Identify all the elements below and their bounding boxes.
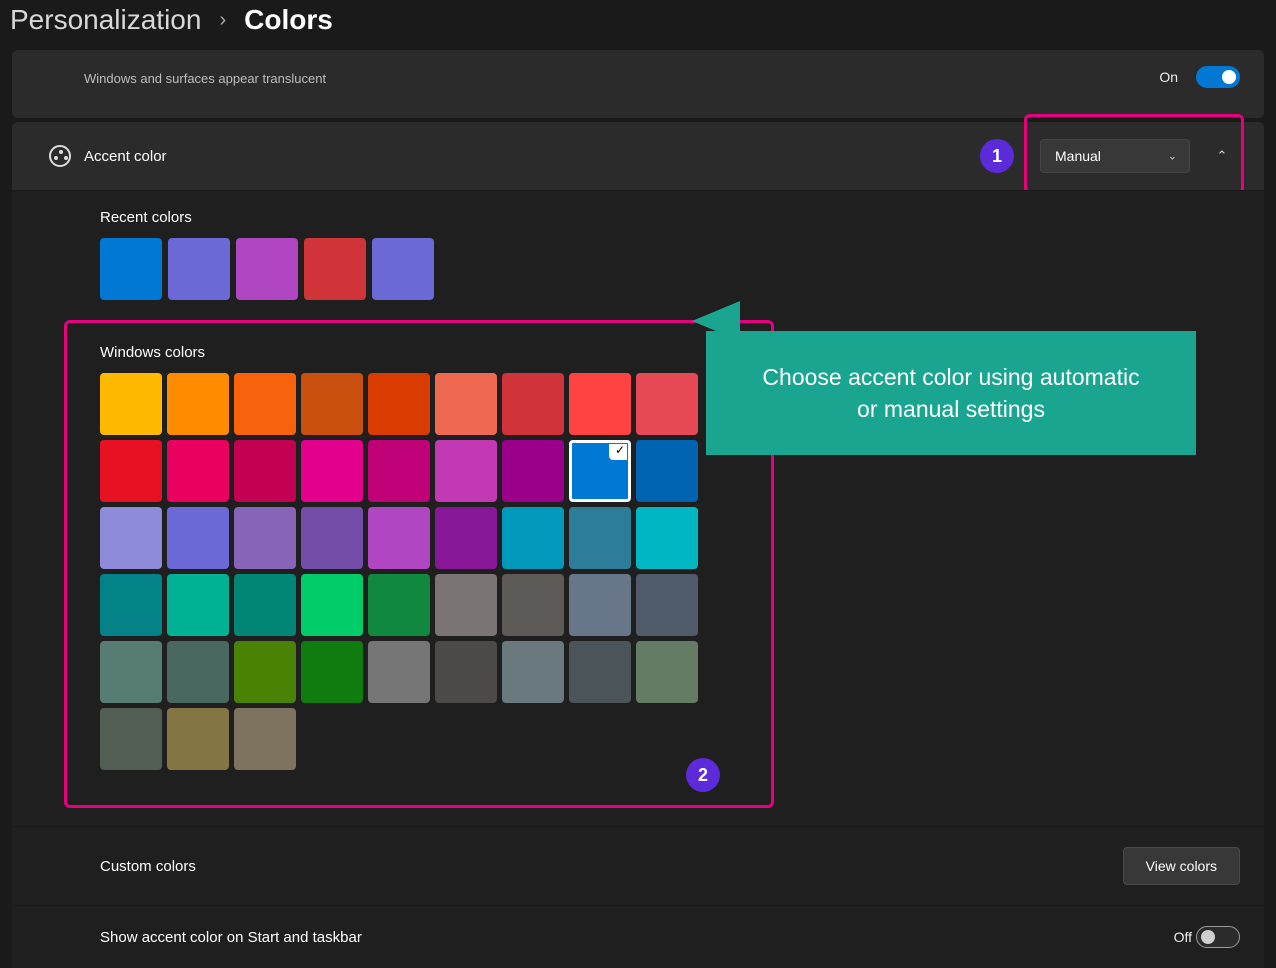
- breadcrumb: Personalization › Colors: [0, 0, 1276, 50]
- windows-color-swatch[interactable]: [167, 507, 229, 569]
- windows-color-swatch[interactable]: [301, 507, 363, 569]
- transparency-subtitle: Windows and surfaces appear translucent: [84, 71, 1159, 86]
- windows-color-swatch[interactable]: [368, 574, 430, 636]
- recent-color-swatch[interactable]: [100, 238, 162, 300]
- windows-color-swatch[interactable]: [502, 440, 564, 502]
- show-on-start-label: Show accent color on Start and taskbar: [100, 929, 1174, 946]
- recent-colors-row: [100, 238, 1240, 300]
- windows-color-swatch[interactable]: [234, 641, 296, 703]
- windows-color-swatch[interactable]: [167, 440, 229, 502]
- windows-color-swatch[interactable]: [234, 574, 296, 636]
- palette-icon: [36, 145, 84, 167]
- recent-color-swatch[interactable]: [304, 238, 366, 300]
- windows-color-swatch[interactable]: [435, 641, 497, 703]
- windows-color-swatch[interactable]: ✓: [569, 440, 631, 502]
- check-icon: ✓: [615, 443, 625, 457]
- accent-color-card: Accent color 1 Manual ⌄ ⌃ Recent colors …: [12, 122, 1264, 968]
- windows-color-swatch[interactable]: [636, 373, 698, 435]
- windows-color-swatch[interactable]: [435, 440, 497, 502]
- windows-color-swatch[interactable]: [569, 574, 631, 636]
- transparency-toggle[interactable]: [1196, 66, 1240, 88]
- windows-color-swatch[interactable]: [636, 641, 698, 703]
- windows-color-swatch[interactable]: [435, 574, 497, 636]
- breadcrumb-current: Colors: [244, 4, 333, 36]
- windows-colors-grid: ✓: [100, 373, 698, 770]
- windows-color-swatch[interactable]: [167, 641, 229, 703]
- windows-colors-label: Windows colors: [100, 344, 698, 361]
- windows-color-swatch[interactable]: [100, 641, 162, 703]
- windows-color-swatch[interactable]: [569, 373, 631, 435]
- windows-color-swatch[interactable]: [301, 574, 363, 636]
- accent-color-header[interactable]: Accent color 1 Manual ⌄ ⌃: [12, 122, 1264, 190]
- windows-color-swatch[interactable]: [636, 507, 698, 569]
- custom-colors-label: Custom colors: [100, 858, 1123, 875]
- windows-color-swatch[interactable]: [234, 373, 296, 435]
- windows-color-swatch[interactable]: [100, 373, 162, 435]
- windows-color-swatch[interactable]: [368, 507, 430, 569]
- chevron-down-icon: ⌄: [1168, 150, 1177, 163]
- breadcrumb-parent[interactable]: Personalization: [10, 4, 201, 36]
- windows-color-swatch[interactable]: [167, 373, 229, 435]
- accent-title: Accent color: [84, 148, 992, 165]
- windows-color-swatch[interactable]: [636, 574, 698, 636]
- recent-color-swatch[interactable]: [372, 238, 434, 300]
- accent-mode-value: Manual: [1055, 148, 1101, 164]
- transparency-state-label: On: [1159, 69, 1178, 85]
- windows-color-swatch[interactable]: [301, 440, 363, 502]
- windows-color-swatch[interactable]: [234, 440, 296, 502]
- collapse-caret[interactable]: ⌃: [1204, 138, 1240, 174]
- show-on-start-toggle[interactable]: [1196, 926, 1240, 948]
- windows-color-swatch[interactable]: [502, 574, 564, 636]
- windows-color-swatch[interactable]: [167, 708, 229, 770]
- windows-color-swatch[interactable]: [569, 507, 631, 569]
- windows-color-swatch[interactable]: [234, 507, 296, 569]
- custom-colors-row: Custom colors View colors: [12, 826, 1264, 905]
- recent-colors-label: Recent colors: [100, 209, 1240, 226]
- windows-color-swatch[interactable]: [502, 641, 564, 703]
- windows-color-swatch[interactable]: [368, 373, 430, 435]
- windows-color-swatch[interactable]: [100, 574, 162, 636]
- view-colors-button[interactable]: View colors: [1123, 847, 1240, 885]
- windows-color-swatch[interactable]: [100, 507, 162, 569]
- windows-color-swatch[interactable]: [435, 373, 497, 435]
- windows-color-swatch[interactable]: [636, 440, 698, 502]
- recent-color-swatch[interactable]: [236, 238, 298, 300]
- windows-color-swatch[interactable]: [569, 641, 631, 703]
- windows-color-swatch[interactable]: [435, 507, 497, 569]
- callout-box: Choose accent color using automatic or m…: [706, 331, 1196, 455]
- show-on-start-row: Show accent color on Start and taskbar O…: [12, 905, 1264, 968]
- windows-color-swatch[interactable]: [368, 641, 430, 703]
- windows-color-swatch[interactable]: [301, 641, 363, 703]
- windows-color-swatch[interactable]: [100, 708, 162, 770]
- windows-color-swatch[interactable]: [167, 574, 229, 636]
- transparency-card[interactable]: Windows and surfaces appear translucent …: [12, 50, 1264, 118]
- windows-color-swatch[interactable]: [502, 373, 564, 435]
- accent-mode-dropdown[interactable]: Manual ⌄: [1040, 139, 1190, 173]
- chevron-right-icon: ›: [219, 9, 226, 32]
- accent-expanded-body: Recent colors Windows colors ✓ 2 Choose …: [12, 190, 1264, 826]
- show-on-start-state: Off: [1174, 929, 1192, 945]
- windows-color-swatch[interactable]: [502, 507, 564, 569]
- windows-color-swatch[interactable]: [368, 440, 430, 502]
- recent-color-swatch[interactable]: [168, 238, 230, 300]
- windows-color-swatch[interactable]: [301, 373, 363, 435]
- windows-color-swatch[interactable]: [234, 708, 296, 770]
- windows-color-swatch[interactable]: [100, 440, 162, 502]
